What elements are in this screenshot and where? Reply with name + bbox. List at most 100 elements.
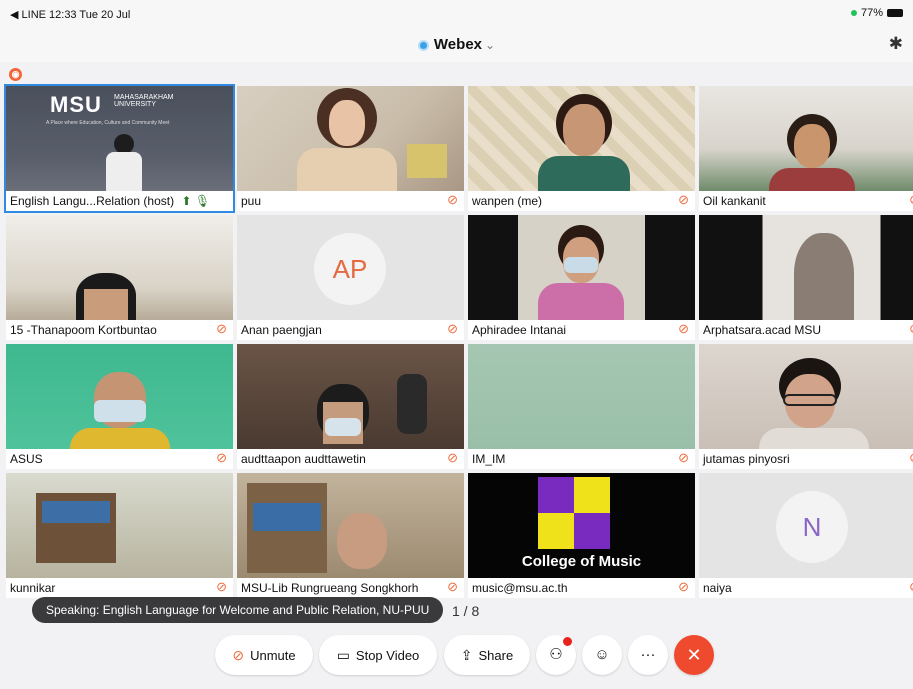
participant-tile[interactable]: N naiya ⊘ — [699, 473, 913, 598]
more-options-button[interactable]: ··· — [628, 635, 668, 675]
presenter-body — [106, 152, 142, 192]
mic-muted-icon: ⊘ — [216, 321, 227, 336]
camera-indicator-icon — [850, 10, 857, 16]
mic-muted-icon: ⊘ — [909, 321, 913, 337]
video-feed — [468, 344, 695, 449]
video-camera-icon: ▭ — [336, 646, 350, 663]
video-feed — [468, 86, 695, 196]
participant-label: MSU-Lib Rungrueang Songkhorh — [237, 578, 464, 598]
video-feed — [237, 473, 464, 578]
participant-name: ASUS — [10, 452, 43, 466]
person-face — [794, 124, 830, 168]
video-feed — [237, 344, 464, 449]
participant-name: audttaapon audttawetin — [241, 452, 366, 466]
participant-label: music@msu.ac.th — [468, 578, 695, 598]
participant-avatar: N — [776, 491, 848, 563]
stop-video-button[interactable]: ▭ Stop Video — [319, 635, 437, 675]
participant-tile[interactable]: audttaapon audttawetin ⊘ — [237, 344, 464, 469]
person-hair — [794, 233, 854, 323]
participant-tile[interactable]: College of Music music@msu.ac.th ⊘ — [468, 473, 695, 598]
participant-name: IM_IM — [472, 452, 506, 466]
participant-label: Oil kankanit — [699, 191, 913, 211]
video-feed — [699, 215, 913, 323]
mic-muted-icon: ⊘ — [909, 579, 913, 595]
mic-muted-icon: ⊘ — [678, 192, 689, 207]
person-face — [329, 100, 365, 146]
participant-name: MSU-Lib Rungrueang Songkhorh — [241, 581, 419, 595]
video-feed — [6, 215, 233, 323]
battery-percent: 77% — [860, 7, 883, 19]
status-bar: ◀ LINE 12:33 Tue 20 Jul 77% — [0, 0, 913, 28]
video-feed — [6, 473, 233, 578]
participant-label: English Langu...Relation (host) ⬆ 🎙 — [6, 191, 233, 211]
mic-muted-icon: ⊘ — [909, 192, 913, 208]
participant-tile[interactable]: Arphatsara.acad MSU ⊘ — [699, 215, 913, 340]
active-speaker-banner: Speaking: English Language for Welcome a… — [32, 597, 444, 623]
face-mask — [564, 257, 598, 273]
participant-tile[interactable]: kunnikar ⊘ — [6, 473, 233, 598]
page-indicator[interactable]: 1 / 8 — [452, 603, 479, 619]
participant-tile[interactable]: 15 -Thanapoom Kortbuntao ⊘ — [6, 215, 233, 340]
participant-tile[interactable]: AP Anan paengjan ⊘ — [237, 215, 464, 340]
participant-label: naiya — [699, 578, 913, 598]
stop-video-label: Stop Video — [355, 647, 420, 663]
app-header: Webex ⌄ ✱ — [0, 28, 913, 62]
app-title: Webex — [433, 36, 482, 53]
share-button[interactable]: ⇪ Share — [444, 635, 530, 675]
participant-tile[interactable]: Aphiradee Intanai ⊘ — [468, 215, 695, 340]
webex-shield-icon — [417, 40, 429, 51]
participant-label: Anan paengjan — [237, 320, 464, 340]
meeting-title-button[interactable]: Webex ⌄ — [0, 36, 913, 53]
participant-name: Oil kankanit — [703, 194, 766, 208]
recording-icon[interactable]: ◉ — [9, 68, 22, 81]
person-face — [563, 104, 605, 156]
msu-tagline: A Place where Education, Culture and Com… — [46, 120, 170, 126]
video-feed: MSU MAHASARAKHAM UNIVERSITY A Place wher… — [6, 86, 233, 192]
participant-name: Anan paengjan — [241, 323, 322, 337]
participant-tile[interactable]: wanpen (me) ⊘ — [468, 86, 695, 211]
unmute-button[interactable]: ⊘ Unmute — [215, 635, 313, 675]
video-feed: N — [699, 473, 913, 578]
participant-tile[interactable]: MSU-Lib Rungrueang Songkhorh ⊘ — [237, 473, 464, 598]
leave-meeting-button[interactable]: ✕ — [674, 635, 714, 675]
status-right: 77% — [850, 7, 903, 19]
status-left: ◀ LINE 12:33 Tue 20 Jul — [10, 9, 131, 21]
face-mask — [325, 418, 361, 436]
mic-muted-icon: ⊘ — [447, 192, 458, 207]
participant-tile[interactable]: ASUS ⊘ — [6, 344, 233, 469]
participant-label: jutamas pinyosri — [699, 449, 913, 469]
smiley-icon: ☺ — [594, 646, 610, 663]
participant-tile[interactable]: puu ⊘ — [237, 86, 464, 211]
participant-label: kunnikar — [6, 578, 233, 598]
person-body — [297, 148, 397, 193]
participant-tile[interactable]: jutamas pinyosri ⊘ — [699, 344, 913, 469]
participant-name: naiya — [703, 581, 732, 595]
bluetooth-icon[interactable]: ✱ — [889, 34, 903, 54]
share-label: Share — [478, 647, 514, 663]
person-body — [538, 156, 630, 196]
participant-tile-host[interactable]: MSU MAHASARAKHAM UNIVERSITY A Place wher… — [4, 84, 235, 213]
mic-muted-icon: ⊘ — [216, 579, 227, 594]
slide-title: College of Music — [521, 553, 642, 570]
background-person — [397, 374, 427, 434]
share-mic-icon: ⬆ 🎙 — [181, 194, 211, 208]
participant-label: ASUS — [6, 449, 233, 469]
participant-name: Aphiradee Intanai — [472, 323, 567, 337]
mic-muted-icon: ⊘ — [216, 450, 227, 465]
video-feed — [6, 344, 233, 452]
video-feed: AP — [237, 215, 464, 320]
chevron-down-icon: ⌄ — [485, 38, 496, 52]
participant-name: jutamas pinyosri — [703, 452, 790, 466]
participant-label: wanpen (me) — [468, 191, 695, 211]
binders — [253, 503, 321, 531]
participant-tile[interactable]: IM_IM ⊘ — [468, 344, 695, 469]
notification-badge — [563, 637, 572, 646]
music-logo-block — [574, 477, 610, 513]
participant-label: Arphatsara.acad MSU — [699, 320, 913, 340]
participant-tile[interactable]: Oil kankanit ⊘ — [699, 86, 913, 211]
video-feed — [699, 86, 913, 198]
reactions-button[interactable]: ☺ — [582, 635, 622, 675]
shelf-object — [407, 144, 447, 178]
participants-icon: ⚇ — [549, 646, 563, 663]
participants-button[interactable]: ⚇ — [536, 635, 576, 675]
